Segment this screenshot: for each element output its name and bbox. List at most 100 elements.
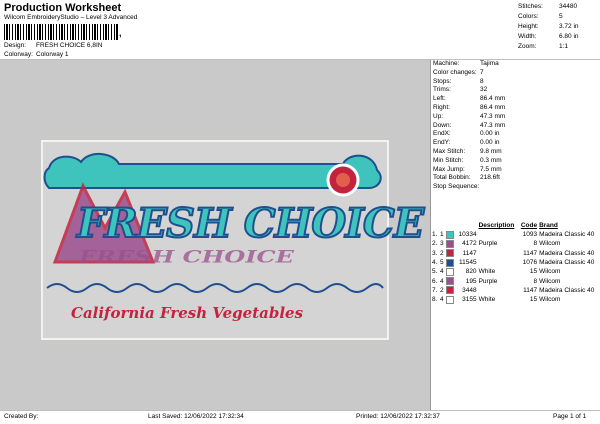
thread-brand: Wilcom	[539, 296, 561, 304]
stop-row: 5. 4 820 White 15 Wilcom	[431, 267, 600, 277]
stop-row: 6. 4 195 Purple 8 Wilcom	[431, 277, 600, 286]
embroidery-design: FRESH CHOICE FRESH CHOICE California Fre…	[41, 140, 425, 340]
footer-divider	[0, 410, 600, 411]
software-subtitle: Wilcom EmbroideryStudio – Level 3 Advanc…	[4, 14, 138, 21]
prop-up: Up: 47.3 mm	[433, 112, 506, 120]
machine-properties: Machine: Tajima Color changes: 7 Stops: 8 T…	[433, 60, 600, 192]
prop-min-stitch: Min Stitch: 0.3 mm	[433, 156, 502, 164]
colorway-label: Colorway:	[4, 51, 33, 58]
stop-sequence-table: Description Code Brand 1. 1 10334 1093 Madei…	[431, 222, 600, 305]
brand-code: 8	[533, 240, 538, 248]
stop-number: 2.	[432, 240, 438, 248]
stop-row: 1. 1 10334 1093 Madeira Classic 40	[431, 230, 600, 240]
thread-description	[478, 249, 519, 258]
stop-number: 1.	[432, 230, 438, 238]
thread-brand: Madeira Classic 40	[539, 258, 595, 266]
thread-code: 1147	[462, 249, 477, 257]
color-swatch	[445, 295, 456, 305]
prop-down: Down: 47.3 mm	[433, 121, 506, 129]
stop-table-header: Description Code Brand	[431, 222, 600, 231]
thread-brand: Madeira Classic 40	[539, 286, 595, 294]
summary-stats: Stitches: 34480 Colors: 5 Height: 3.72 in W…	[518, 3, 598, 53]
thread-brand: Wilcom	[539, 277, 561, 285]
brand-code: 8	[533, 277, 538, 285]
barcode-mark: ,	[119, 28, 122, 38]
thread-description: Purple	[478, 240, 498, 248]
thread-description	[478, 259, 519, 268]
swatch-icon	[446, 258, 455, 267]
stop-row: 3. 2 1147 1147 Madeira Classic 40	[431, 249, 600, 258]
design-main-text: FRESH CHOICE	[76, 199, 425, 248]
brand-code: 15	[529, 268, 538, 276]
stop-number: 4.	[432, 258, 438, 266]
color-swatch	[445, 249, 456, 258]
prop-stops: Stops: 8	[433, 77, 484, 85]
design-value: FRESH CHOICE 6,8IN	[36, 42, 103, 49]
stop-number: 8.	[432, 296, 438, 304]
swatch-icon	[446, 230, 455, 239]
prop-total-bobbin: Total Bobbin: 218.6ft	[433, 174, 500, 182]
wave-line	[46, 283, 384, 293]
thread-brand: Madeira Classic 40	[539, 249, 595, 257]
color-swatch	[445, 277, 456, 286]
col-code: Code	[520, 222, 538, 229]
thread-code: 820	[465, 268, 477, 276]
thread-brand: Madeira Classic 40	[539, 230, 595, 238]
footer-last-saved: Last Saved: 12/06/2022 17:32:34	[148, 413, 244, 420]
prop-machine: Machine: Tajima	[433, 60, 499, 67]
stop-number: 7.	[432, 286, 438, 294]
stat-zoom: Zoom: 1:1	[518, 43, 569, 50]
thread-code: 195	[465, 277, 477, 285]
swatch-icon	[446, 249, 455, 258]
stop-sequence-title: Stop Sequence:	[433, 183, 480, 191]
design-shadow-text: FRESH CHOICE	[79, 246, 294, 267]
colorway-row: Colorway: Colorway 1	[4, 51, 204, 59]
stat-colors: Colors: 5	[518, 13, 563, 20]
color-swatch	[445, 286, 456, 295]
footer-created-by: Created By:	[4, 413, 39, 420]
swatch-icon	[446, 277, 455, 286]
col-brand: Brand	[539, 222, 558, 229]
prop-color-changes: Color changes: 7	[433, 68, 484, 76]
design-label: Design:	[4, 42, 27, 49]
swatch-icon	[446, 295, 455, 304]
barcode	[4, 24, 118, 40]
prop-endx: EndX: 0.00 in	[433, 130, 500, 138]
brand-code: 1147	[523, 249, 538, 257]
thread-code: 11545	[458, 258, 477, 266]
colorway-value: Colorway 1	[36, 51, 69, 58]
swatch-icon	[446, 239, 455, 248]
thread-description: Purple	[478, 277, 498, 285]
thread-brand: Wilcom	[539, 268, 561, 276]
design-row: Design: FRESH CHOICE 6,8IN	[4, 42, 204, 50]
worksheet-title: Production Worksheet	[4, 2, 122, 14]
swatch-icon	[446, 286, 455, 295]
prop-max-jump: Max Jump: 7.5 mm	[433, 165, 502, 173]
thread-code: 10334	[458, 230, 477, 238]
stop-row: 7. 2 3448 1147 Madeira Classic 40	[431, 286, 600, 295]
footer-printed: Printed: 12/06/2022 17:32:37	[356, 413, 440, 420]
stat-height: Height: 3.72 in	[518, 23, 579, 30]
brand-code: 15	[529, 296, 538, 304]
stop-number: 3.	[432, 249, 438, 257]
stat-stitches: Stitches: 34480	[518, 3, 578, 10]
prop-max-stitch: Max Stitch: 9.8 mm	[433, 147, 502, 155]
col-description: Description	[478, 222, 515, 229]
brand-code: 1093	[522, 230, 538, 238]
stop-row: 4. 5 11545 1076 Madeira Classic 40	[431, 258, 600, 268]
sun-core	[336, 173, 350, 187]
stop-number: 6.	[432, 277, 438, 285]
thread-description: White	[478, 296, 496, 304]
color-swatch	[445, 239, 456, 249]
prop-left: Left: 86.4 mm	[433, 95, 506, 103]
thread-code: 4172	[462, 240, 477, 248]
stop-row: 8. 4 3155 White 15 Wilcom	[431, 295, 600, 305]
thread-code: 3155	[462, 296, 477, 304]
stop-number: 5.	[432, 268, 438, 276]
stat-width: Width: 6.80 in	[518, 33, 579, 40]
thread-code: 3448	[462, 286, 477, 294]
color-swatch	[445, 258, 456, 268]
brand-code: 1147	[523, 286, 538, 294]
thread-description: White	[478, 268, 496, 276]
color-swatch	[445, 267, 456, 277]
